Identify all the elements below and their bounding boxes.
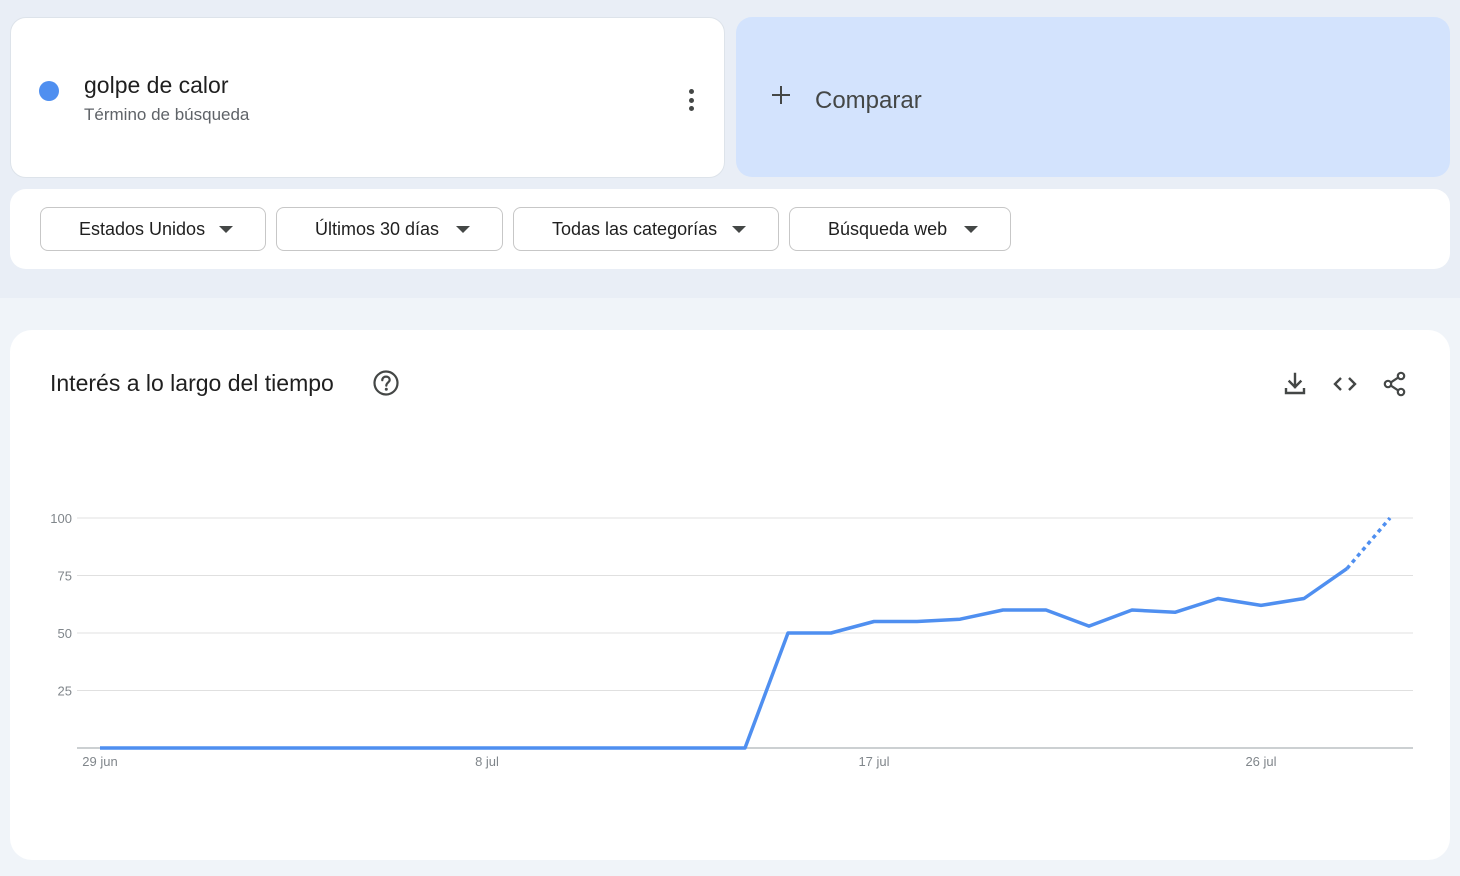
- term-name[interactable]: golpe de calor: [84, 72, 229, 99]
- term-type: Término de búsqueda: [84, 105, 250, 124]
- search-term-card: golpe de calor Término de búsqueda: [10, 17, 725, 178]
- filter-region[interactable]: Estados Unidos: [40, 207, 266, 251]
- interest-line-chart: 25 50 75 100 29 jun 8 jul 17 jul 26 jul: [50, 511, 1413, 769]
- y-tick-label: 75: [58, 569, 72, 584]
- y-tick-label: 50: [58, 626, 72, 641]
- y-tick-label: 25: [58, 684, 72, 699]
- term-color-dot: [39, 81, 59, 101]
- x-tick-label: 17 jul: [858, 754, 889, 769]
- interest-over-time-card: Interés a lo largo del tiempo 25 50 75 100 2…: [10, 330, 1450, 860]
- x-tick-label: 29 jun: [82, 754, 117, 769]
- filter-category-label: Todas las categorías: [552, 218, 718, 239]
- x-tick-label: 26 jul: [1245, 754, 1276, 769]
- filter-search-type-label: Búsqueda web: [828, 218, 948, 239]
- filter-time-range-label: Últimos 30 días: [315, 218, 440, 239]
- filter-bar: Estados Unidos Últimos 30 días Todas las…: [10, 189, 1450, 269]
- dropdown-arrow-icon: [732, 226, 746, 233]
- filter-search-type[interactable]: Búsqueda web: [789, 207, 1011, 251]
- filter-category[interactable]: Todas las categorías: [513, 207, 779, 251]
- compare-label: Comparar: [815, 87, 922, 114]
- compare-button[interactable]: Comparar: [736, 17, 1450, 177]
- x-tick-label: 8 jul: [475, 754, 499, 769]
- plus-icon: [772, 86, 790, 104]
- filter-time-range[interactable]: Últimos 30 días: [276, 207, 503, 251]
- more-vert-icon[interactable]: [679, 86, 703, 114]
- dropdown-arrow-icon: [219, 226, 233, 233]
- dropdown-arrow-icon: [964, 226, 978, 233]
- dropdown-arrow-icon: [456, 226, 470, 233]
- filter-region-label: Estados Unidos: [79, 218, 206, 239]
- y-tick-label: 100: [50, 511, 72, 526]
- series-line: [100, 567, 1348, 750]
- series-line-partial: [1345, 516, 1392, 570]
